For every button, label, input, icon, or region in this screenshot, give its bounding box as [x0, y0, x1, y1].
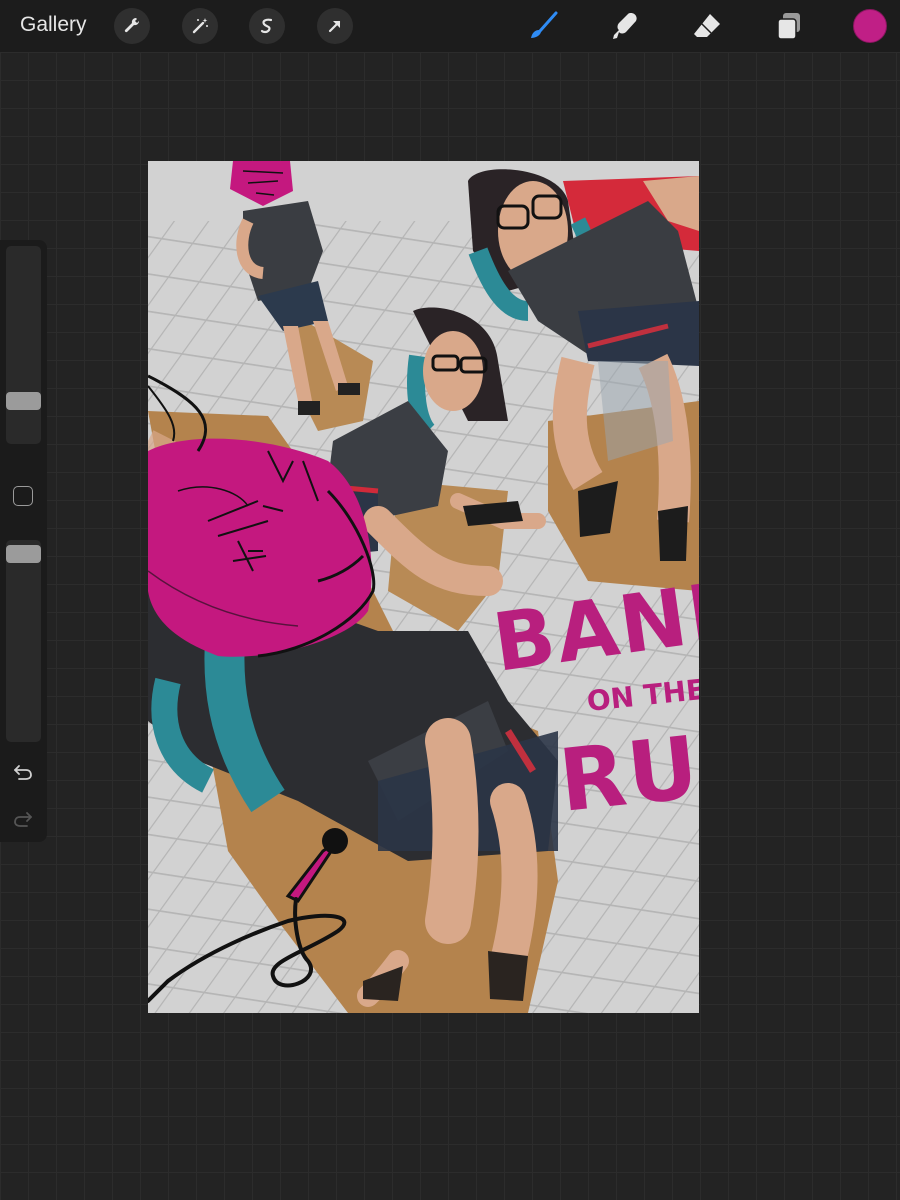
transform-button[interactable]	[317, 8, 353, 44]
magic-wand-icon	[192, 18, 208, 34]
layers-icon	[777, 13, 800, 40]
eraser-tool[interactable]	[689, 8, 725, 44]
artwork: BAND ON THE RUN	[148, 161, 699, 1013]
brush-tool[interactable]	[525, 8, 561, 44]
adjustments-button[interactable]	[182, 8, 218, 44]
side-toolbar	[0, 240, 47, 842]
color-picker-button[interactable]	[853, 9, 887, 43]
selection-icon	[260, 18, 273, 34]
top-toolbar: Gallery	[0, 0, 900, 52]
gallery-button[interactable]: Gallery	[20, 13, 87, 37]
wrench-icon	[124, 17, 140, 33]
smudge-icon	[613, 13, 637, 39]
brush-size-slider[interactable]	[6, 246, 41, 444]
actions-button[interactable]	[114, 8, 150, 44]
modify-button[interactable]	[13, 486, 33, 506]
brush-opacity-handle[interactable]	[6, 545, 41, 563]
brush-icon	[531, 11, 558, 38]
drawing-canvas[interactable]: BAND ON THE RUN	[148, 161, 699, 1013]
selection-button[interactable]	[249, 8, 285, 44]
brush-size-handle[interactable]	[6, 392, 41, 410]
redo-icon[interactable]	[11, 807, 35, 831]
undo-icon[interactable]	[11, 760, 35, 784]
brush-opacity-slider[interactable]	[6, 540, 41, 742]
smudge-tool[interactable]	[607, 8, 643, 44]
magenta-head-scribble	[230, 161, 293, 206]
eraser-icon	[694, 14, 720, 37]
layers-button[interactable]	[771, 8, 807, 44]
transform-arrow-icon	[328, 20, 341, 33]
